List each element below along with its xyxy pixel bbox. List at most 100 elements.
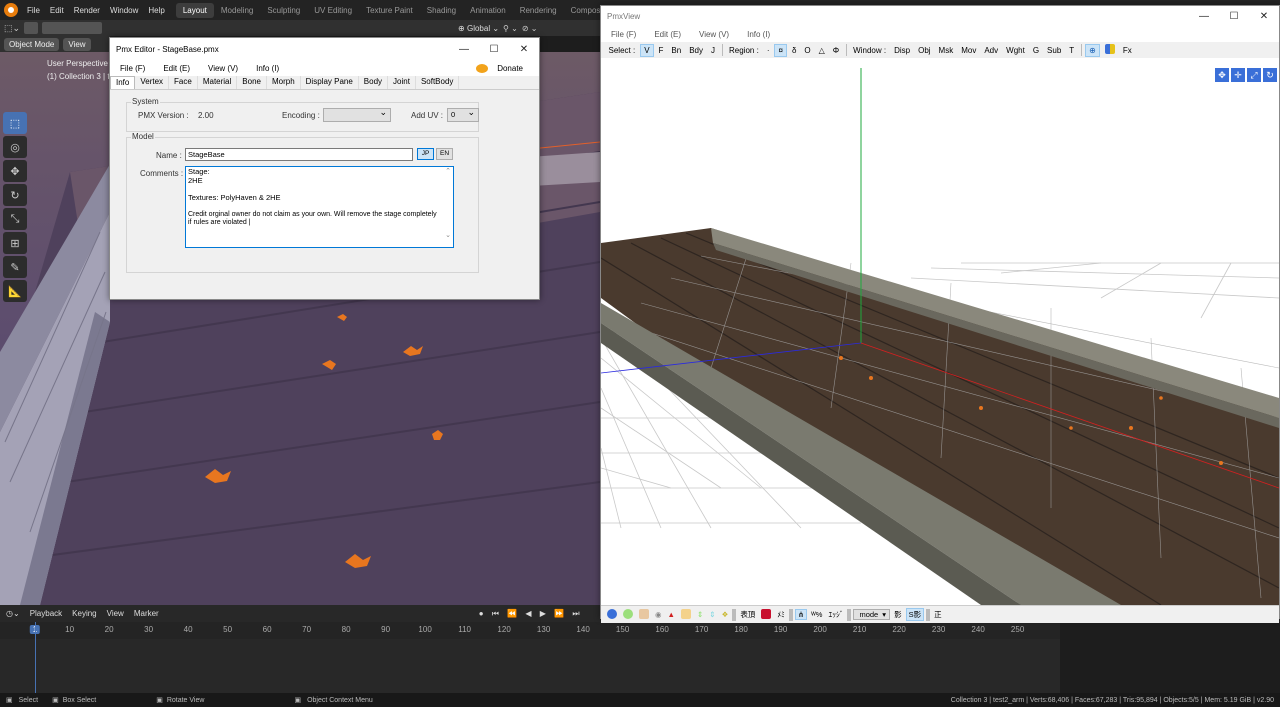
move-view-icon[interactable]: ✥ [1215, 68, 1229, 82]
menu-edit[interactable]: Edit [45, 6, 69, 15]
select-face-button[interactable]: F [655, 45, 667, 56]
minimize-icon[interactable]: — [449, 44, 479, 55]
region-circle-button[interactable]: O [801, 45, 814, 56]
pivot-icon[interactable]: ⚲ ⌄ [503, 24, 518, 33]
region-rect-button[interactable]: ¤ [773, 43, 788, 57]
tab-info[interactable]: Info [110, 76, 136, 89]
workspace-tab-modeling[interactable]: Modeling [214, 3, 260, 18]
tab-material[interactable]: Material [198, 76, 238, 89]
workspace-tab-animation[interactable]: Animation [463, 3, 513, 18]
tab-softbody[interactable]: SoftBody [416, 76, 460, 89]
tab-body[interactable]: Body [359, 76, 389, 89]
encoding-select[interactable] [323, 107, 391, 122]
window-disp-button[interactable]: Disp [891, 45, 914, 56]
add-uv-select[interactable]: 0 [447, 107, 479, 122]
comments-textarea[interactable]: Stage: 2HE Textures: PolyHaven & 2HE Cre… [185, 166, 454, 248]
menu-render[interactable]: Render [69, 6, 105, 15]
maximize-icon[interactable]: ☐ [479, 44, 509, 55]
select-body-button[interactable]: Bdy [686, 45, 707, 56]
timeline-view-menu[interactable]: View [107, 609, 124, 618]
tab-morph[interactable]: Morph [267, 76, 301, 89]
snap-icon[interactable]: ⊘ ⌄ [522, 24, 538, 33]
region-phi-button[interactable]: Φ [829, 45, 842, 56]
light-icon[interactable] [679, 608, 693, 621]
keying-menu[interactable]: Keying [72, 609, 96, 618]
pmxview-menu-info[interactable]: Info (I) [741, 30, 776, 39]
select-tool-icon[interactable] [24, 22, 39, 34]
light-green-icon[interactable] [621, 608, 635, 621]
name-input[interactable]: StageBase [185, 148, 413, 161]
view-menu[interactable]: View [63, 37, 91, 51]
mi-button[interactable]: ﾒﾐ [775, 609, 787, 620]
pmxview-3d-canvas[interactable]: ✥ ✛ ⤢ ↻ [601, 68, 1279, 605]
marker-menu[interactable]: Marker [134, 609, 159, 618]
transform-orientation-select[interactable]: ⊕ Global ⌄ [458, 24, 499, 33]
select-mode-buttons[interactable] [42, 22, 103, 34]
pmxview-titlebar[interactable]: PmxView — ☐ ✕ [601, 6, 1279, 26]
minimize-icon[interactable]: — [1189, 11, 1219, 22]
workspace-tab-uv-editing[interactable]: UV Editing [307, 3, 359, 18]
timeline-playhead[interactable] [35, 622, 36, 693]
fx-button[interactable]: Fx [1119, 45, 1135, 56]
select-box-tool-icon[interactable]: ⬚ [3, 112, 27, 134]
select-joint-button[interactable]: J [708, 45, 719, 56]
globe-icon[interactable]: ⊕ [1084, 43, 1101, 57]
window-g-button[interactable]: G [1029, 45, 1042, 56]
workspace-tab-shading[interactable]: Shading [420, 3, 463, 18]
tab-vertex[interactable]: Vertex [135, 76, 170, 89]
measure-tool-icon[interactable]: 📐 [3, 280, 27, 302]
blender-logo-icon[interactable] [4, 3, 18, 17]
region-delta-button[interactable]: δ [788, 45, 799, 56]
workspace-tab-rendering[interactable]: Rendering [513, 3, 564, 18]
workspace-tab-sculpting[interactable]: Sculpting [260, 3, 307, 18]
pmxview-menu-view[interactable]: View (V) [693, 30, 735, 39]
en-button[interactable]: EN [436, 148, 453, 160]
object-mode-select[interactable]: Object Mode [4, 37, 60, 51]
window-t-button[interactable]: T [1066, 45, 1078, 56]
textarea-scrollbar[interactable]: ⌃ ⌄ [444, 168, 452, 246]
jp-button[interactable]: JP [417, 148, 434, 160]
menu-file[interactable]: File [22, 6, 45, 15]
shadow-button[interactable]: 影 [892, 609, 904, 620]
window-wght-button[interactable]: Wght [1003, 45, 1029, 56]
select-bone-button[interactable]: Bn [668, 45, 685, 56]
grid-color-icon[interactable] [1101, 43, 1118, 57]
region-point-button[interactable]: · [763, 45, 773, 56]
close-icon[interactable]: ✕ [509, 44, 539, 55]
workspace-tab-layout[interactable]: Layout [175, 2, 214, 18]
edge-button[interactable]: ｴｯｼﾞ [826, 609, 845, 620]
menu-help[interactable]: Help [143, 6, 169, 15]
pmx-menu-info[interactable]: Info (I) [250, 64, 285, 73]
playback-controls[interactable]: ● ⏮ ⏪ ◀ ▶ ⏩ ⏭ [479, 609, 583, 619]
menu-window[interactable]: Window [105, 6, 143, 15]
tab-bone[interactable]: Bone [237, 76, 267, 89]
pmx-menu-view[interactable]: View (V) [202, 64, 244, 73]
scale-tool-icon[interactable]: ⤡ [3, 208, 27, 230]
pmxview-menu-file[interactable]: File (F) [605, 30, 642, 39]
pmx-menu-file[interactable]: File (F) [114, 64, 151, 73]
annotate-tool-icon[interactable]: ✎ [3, 256, 27, 278]
region-triangle-button[interactable]: △ [815, 45, 828, 56]
correct-button[interactable]: 正 [932, 609, 944, 620]
select-vertex-button[interactable]: V [639, 43, 655, 57]
pmx-editor-titlebar[interactable]: Pmx Editor - StageBase.pmx — ☐ ✕ [110, 38, 539, 60]
timeline-editor-type-icon[interactable]: ◷⌄ [6, 609, 20, 618]
window-obj-button[interactable]: Obj [915, 45, 934, 56]
close-icon[interactable]: ✕ [1249, 11, 1279, 22]
rotate-tool-icon[interactable]: ↻ [3, 184, 27, 206]
transform-tool-icon[interactable]: ⊞ [3, 232, 27, 254]
editor-type-icon[interactable]: ⬚⌄ [4, 23, 20, 34]
pmx-menu-edit[interactable]: Edit (E) [157, 64, 196, 73]
bone-display-icon[interactable]: ▲ [666, 610, 677, 619]
morph-display-icon[interactable]: ❖ [720, 610, 731, 619]
vertex-display-icon[interactable] [605, 608, 619, 621]
mode-select[interactable]: mode ▾ [853, 609, 891, 620]
workspace-tab-texture-paint[interactable]: Texture Paint [359, 3, 420, 18]
window-mov-button[interactable]: Mov [958, 45, 980, 56]
timeline-keyframe-area[interactable] [0, 639, 1060, 693]
wire-display-icon[interactable]: ◉ [653, 610, 664, 619]
timeline-ruler[interactable]: 1102030405060708090100110120130140150160… [0, 622, 1060, 639]
weight-icon[interactable]: ᵂ% [809, 610, 824, 619]
tab-face[interactable]: Face [169, 76, 198, 89]
body-display-icon[interactable]: ⇕ [695, 610, 705, 619]
